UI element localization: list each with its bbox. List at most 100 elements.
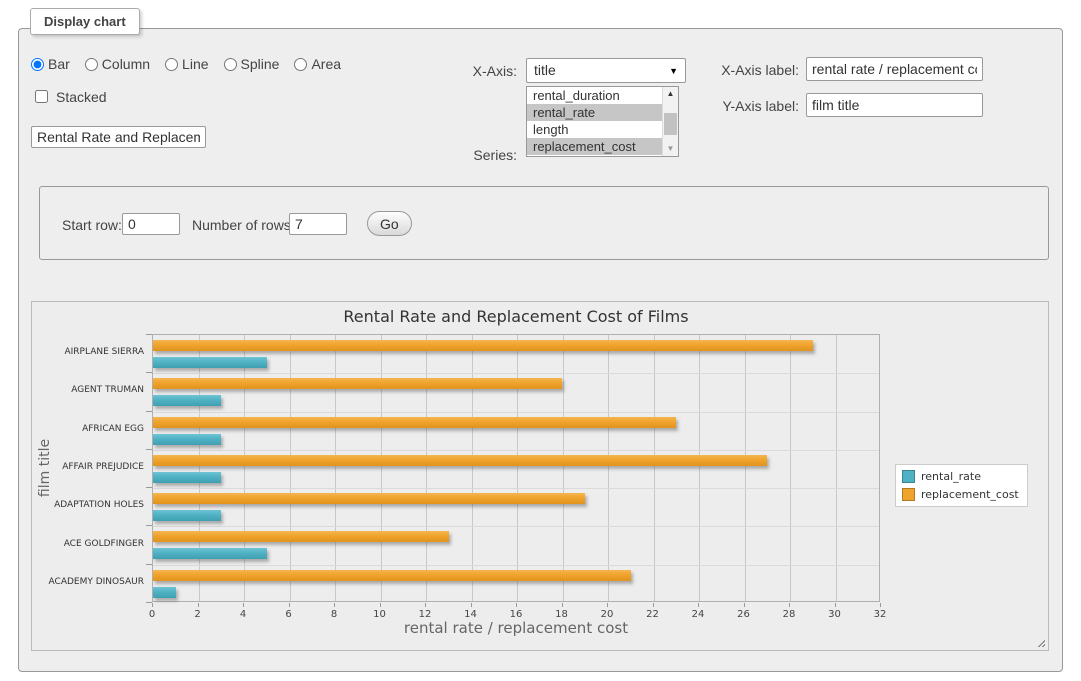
gridline [153, 373, 879, 374]
x-tick-label: 0 [137, 609, 167, 620]
scrollbar-down-icon[interactable]: ▼ [663, 142, 678, 156]
gridline [153, 450, 879, 451]
category-label: ACADEMY DINOSAUR [32, 577, 144, 587]
series-option[interactable]: replacement_cost [527, 138, 662, 155]
row-controls-box: Start row: Number of rows: Go [39, 186, 1049, 260]
radio-spline[interactable] [224, 58, 237, 71]
bar-replacement-cost[interactable] [153, 378, 562, 389]
x-axis-tick [243, 603, 244, 607]
series-option[interactable]: rental_rate [527, 104, 662, 121]
x-axis-tick [835, 603, 836, 607]
scrollbar-thumb[interactable] [664, 113, 677, 135]
category-label: ADAPTATION HOLES [32, 500, 144, 510]
bar-replacement-cost[interactable] [153, 493, 585, 504]
y-axis-tick [146, 411, 152, 412]
scrollbar-up-icon[interactable]: ▲ [663, 87, 678, 101]
go-button[interactable]: Go [367, 211, 412, 236]
radio-label: Bar [48, 56, 70, 72]
chart-type-option-area[interactable]: Area [294, 56, 341, 72]
bar-replacement-cost[interactable] [153, 455, 767, 466]
legend-swatch [902, 488, 915, 501]
x-tick-label: 10 [365, 609, 395, 620]
x-axis-tick [880, 603, 881, 607]
y-axis-tick [146, 449, 152, 450]
x-tick-label: 20 [592, 609, 622, 620]
start-row-input[interactable] [122, 213, 180, 235]
category-label: AFFAIR PREJUDICE [32, 462, 144, 472]
series-scrollbar[interactable]: ▲ ▼ [662, 87, 678, 156]
chart-title: Rental Rate and Replacement Cost of Film… [152, 307, 880, 326]
x-axis-select[interactable]: title ▼ [526, 58, 686, 83]
legend-item[interactable]: rental_rate [902, 470, 1019, 483]
radio-area[interactable] [294, 58, 307, 71]
x-axis-tick [334, 603, 335, 607]
series-caption: Series: [419, 147, 517, 163]
bar-rental-rate[interactable] [153, 395, 221, 406]
bar-replacement-cost[interactable] [153, 531, 449, 542]
x-axis-title: rental rate / replacement cost [152, 619, 880, 637]
stacked-checkbox-row[interactable]: Stacked [31, 87, 107, 106]
radio-label: Spline [241, 56, 280, 72]
y-axis-tick [146, 564, 152, 565]
series-option[interactable]: length [527, 121, 662, 138]
bar-replacement-cost[interactable] [153, 417, 676, 428]
stacked-checkbox[interactable] [35, 90, 48, 103]
gridline [153, 565, 879, 566]
gridline [517, 335, 518, 601]
x-axis-tick [562, 603, 563, 607]
legend-swatch [902, 470, 915, 483]
bar-rental-rate[interactable] [153, 472, 221, 483]
x-axis-tick [653, 603, 654, 607]
x-tick-label: 8 [319, 609, 349, 620]
x-axis-tick [380, 603, 381, 607]
bar-replacement-cost[interactable] [153, 570, 631, 581]
num-rows-caption: Number of rows: [192, 217, 295, 233]
y-axis-label-input[interactable] [806, 93, 983, 117]
gridline [153, 488, 879, 489]
bar-rental-rate[interactable] [153, 587, 176, 598]
radio-line[interactable] [165, 58, 178, 71]
gridline [153, 412, 879, 413]
radio-bar[interactable] [31, 58, 44, 71]
chart-type-option-bar[interactable]: Bar [31, 56, 70, 72]
bar-replacement-cost[interactable] [153, 340, 813, 351]
legend-label: replacement_cost [921, 488, 1019, 501]
display-chart-panel: BarColumnLineSplineArea Stacked X-Axis: … [18, 28, 1063, 672]
gridline [199, 335, 200, 601]
x-axis-label-input[interactable] [806, 57, 983, 81]
legend-item[interactable]: replacement_cost [902, 488, 1019, 501]
radio-label: Area [311, 56, 341, 72]
gridline [836, 335, 837, 601]
bar-rental-rate[interactable] [153, 510, 221, 521]
bar-rental-rate[interactable] [153, 548, 267, 559]
x-axis-tick [744, 603, 745, 607]
series-listbox[interactable]: rental_durationrental_ratelengthreplacem… [526, 86, 679, 157]
x-axis-tick [607, 603, 608, 607]
y-axis-tick [146, 334, 152, 335]
bar-rental-rate[interactable] [153, 357, 267, 368]
resize-handle-icon[interactable] [1035, 637, 1045, 647]
chart-title-input[interactable] [31, 126, 206, 148]
num-rows-input[interactable] [289, 213, 347, 235]
chart-type-option-spline[interactable]: Spline [224, 56, 280, 72]
chart-type-option-column[interactable]: Column [85, 56, 150, 72]
chart-type-option-line[interactable]: Line [165, 56, 208, 72]
radio-column[interactable] [85, 58, 98, 71]
x-tick-label: 32 [865, 609, 895, 620]
gridline [335, 335, 336, 601]
category-label: ACE GOLDFINGER [32, 539, 144, 549]
radio-label: Column [102, 56, 150, 72]
bar-rental-rate[interactable] [153, 434, 221, 445]
series-option[interactable]: rental_duration [527, 87, 662, 104]
x-axis-tick [516, 603, 517, 607]
y-axis-label-caption: Y-Axis label: [709, 98, 799, 114]
gridline [153, 526, 879, 527]
plot-area [152, 334, 880, 602]
x-tick-label: 6 [274, 609, 304, 620]
x-axis-select-value: title [534, 62, 556, 78]
x-axis-tick [289, 603, 290, 607]
chart-type-radio-group: Bar Column Line Spline Area [31, 56, 341, 72]
x-tick-label: 26 [729, 609, 759, 620]
chart-container: Rental Rate and Replacement Cost of Film… [31, 301, 1049, 651]
x-tick-label: 24 [683, 609, 713, 620]
